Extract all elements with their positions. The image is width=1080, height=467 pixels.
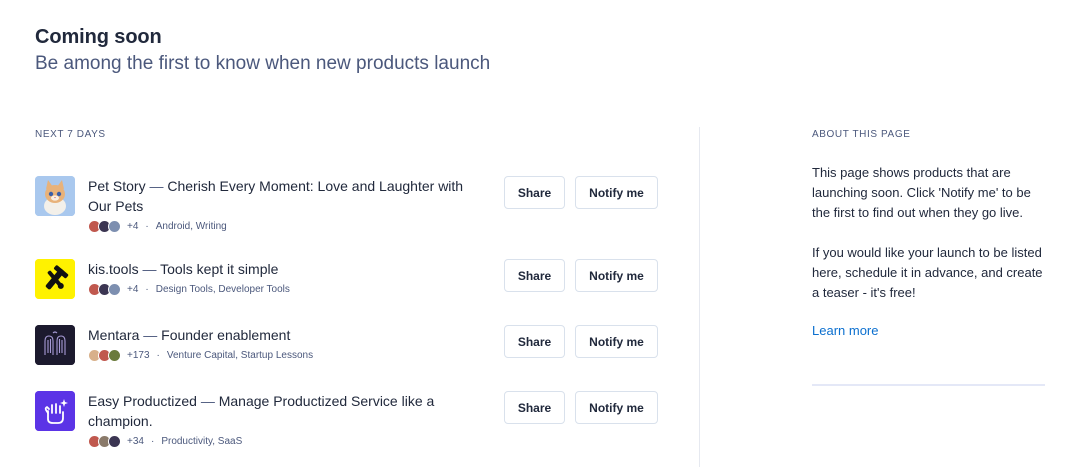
- page-title: Coming soon: [35, 26, 162, 48]
- product-title[interactable]: Easy Productized — Manage Productized Se…: [88, 391, 488, 431]
- hands-icon: [35, 325, 75, 365]
- about-description: This page shows products that are launch…: [812, 163, 1052, 323]
- follower-count: +4: [127, 283, 139, 295]
- meta-dot: ·: [156, 349, 160, 361]
- product-info: kis.tools — Tools kept it simple +4 · De…: [88, 259, 488, 297]
- cat-icon: [35, 176, 75, 216]
- about-divider: [812, 384, 1045, 386]
- product-row: Easy Productized — Manage Productized Se…: [35, 391, 665, 448]
- column-divider: [699, 127, 700, 467]
- follower-avatars: [88, 282, 121, 296]
- product-row: kis.tools — Tools kept it simple +4 · De…: [35, 259, 665, 309]
- title-separator: —: [139, 327, 162, 343]
- meta-dot: ·: [145, 220, 149, 232]
- avatar: [108, 219, 121, 233]
- share-button[interactable]: Share: [504, 176, 565, 209]
- product-title[interactable]: Mentara — Founder enablement: [88, 325, 488, 345]
- share-button[interactable]: Share: [504, 391, 565, 424]
- share-button[interactable]: Share: [504, 259, 565, 292]
- notify-me-button[interactable]: Notify me: [575, 259, 658, 292]
- product-title[interactable]: Pet Story — Cherish Every Moment: Love a…: [88, 176, 488, 216]
- page-subtitle: Be among the first to know when new prod…: [35, 53, 491, 74]
- product-thumbnail[interactable]: [35, 325, 75, 365]
- tools-icon: [35, 259, 75, 299]
- section-label-about: ABOUT THIS PAGE: [812, 129, 911, 140]
- about-paragraph: If you would like your launch to be list…: [812, 245, 1043, 300]
- avatar: [108, 348, 121, 362]
- product-meta: +173 · Venture Capital, Startup Lessons: [88, 347, 488, 363]
- avatar: [108, 434, 121, 448]
- title-separator: —: [145, 178, 168, 194]
- follower-count: +4: [127, 220, 139, 232]
- product-meta: +4 · Design Tools, Developer Tools: [88, 281, 488, 297]
- follower-avatars: [88, 219, 121, 233]
- notify-me-button[interactable]: Notify me: [575, 391, 658, 424]
- product-row: Mentara — Founder enablement +173 · Vent…: [35, 325, 665, 375]
- product-thumbnail[interactable]: [35, 391, 75, 431]
- product-meta: +34 · Productivity, SaaS: [88, 433, 488, 449]
- product-tags[interactable]: Design Tools, Developer Tools: [156, 284, 290, 295]
- meta-dot: ·: [150, 435, 155, 447]
- title-separator: —: [138, 261, 161, 277]
- follower-count: +34: [127, 435, 144, 447]
- product-name: kis.tools: [88, 261, 139, 277]
- product-thumbnail[interactable]: [35, 259, 75, 299]
- notify-me-button[interactable]: Notify me: [575, 176, 658, 209]
- product-info: Mentara — Founder enablement +173 · Vent…: [88, 325, 488, 363]
- learn-more-link[interactable]: Learn more: [812, 323, 878, 338]
- product-meta: +4 · Android, Writing: [88, 218, 488, 234]
- follower-avatars: [88, 434, 121, 448]
- product-info: Pet Story — Cherish Every Moment: Love a…: [88, 176, 488, 234]
- follower-avatars: [88, 348, 121, 362]
- share-button[interactable]: Share: [504, 325, 565, 358]
- title-separator: —: [196, 393, 219, 409]
- notify-me-button[interactable]: Notify me: [575, 325, 658, 358]
- product-thumbnail[interactable]: [35, 176, 75, 216]
- about-paragraph: This page shows products that are launch…: [812, 165, 1031, 220]
- product-tags[interactable]: Venture Capital, Startup Lessons: [167, 350, 313, 361]
- sparkle-hand-icon: [35, 391, 75, 431]
- product-tagline: Tools kept it simple: [160, 261, 279, 277]
- meta-dot: ·: [145, 283, 149, 295]
- product-tagline: Founder enablement: [161, 327, 291, 343]
- product-name: Easy Productized: [88, 393, 197, 409]
- product-name: Mentara: [88, 327, 140, 343]
- product-tags[interactable]: Android, Writing: [156, 221, 227, 232]
- product-name: Pet Story: [88, 178, 146, 194]
- avatar: [108, 282, 121, 296]
- product-info: Easy Productized — Manage Productized Se…: [88, 391, 488, 449]
- product-title[interactable]: kis.tools — Tools kept it simple: [88, 259, 488, 279]
- follower-count: +173: [127, 349, 150, 361]
- product-row: Pet Story — Cherish Every Moment: Love a…: [35, 176, 665, 233]
- section-label-next-7-days: NEXT 7 DAYS: [35, 129, 106, 140]
- product-tags[interactable]: Productivity, SaaS: [161, 436, 242, 447]
